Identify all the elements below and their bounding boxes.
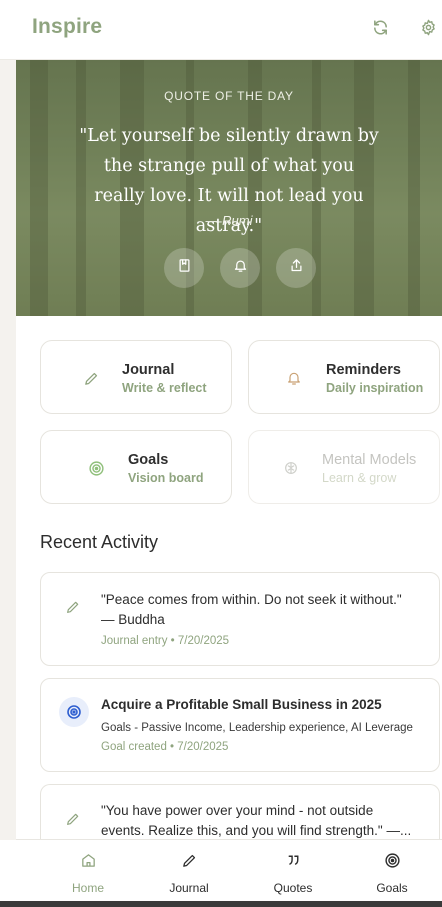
bell-icon xyxy=(284,368,304,388)
card-subtitle: Learn & grow xyxy=(322,471,397,485)
mental-models-card[interactable]: Mental Models Learn & grow xyxy=(248,430,440,504)
card-subtitle: Vision board xyxy=(128,471,204,485)
card-subtitle: Write & reflect xyxy=(122,381,207,395)
target-icon xyxy=(86,458,106,478)
card-title: Mental Models xyxy=(322,452,417,468)
recent-activity-title: Recent Activity xyxy=(40,532,159,552)
activity-description: Goals - Passive Income, Leadership exper… xyxy=(101,722,413,734)
reminders-card[interactable]: Reminders Daily inspiration xyxy=(248,340,440,414)
card-title: Goals xyxy=(128,452,169,468)
quote-of-the-day-hero: QUOTE OF THE DAY "Let yourself be silent… xyxy=(16,60,442,316)
card-title: Reminders xyxy=(326,362,401,378)
nav-label: Home xyxy=(71,881,104,895)
quote-icon xyxy=(283,850,303,870)
share-icon xyxy=(289,258,304,278)
activity-meta: Goal created • 7/20/2025 xyxy=(101,741,229,753)
home-icon xyxy=(78,850,98,870)
target-icon xyxy=(59,697,89,727)
share-button[interactable] xyxy=(276,248,316,288)
pencil-icon xyxy=(81,368,101,388)
bell-icon xyxy=(233,258,248,278)
gear-icon[interactable] xyxy=(418,17,438,37)
pencil-icon xyxy=(61,595,85,619)
nav-home[interactable]: Home xyxy=(35,840,141,902)
card-title: Journal xyxy=(122,362,175,378)
left-edge-strip xyxy=(0,60,16,840)
refresh-icon[interactable] xyxy=(370,17,390,37)
nav-label: Quotes xyxy=(273,881,313,895)
quote-author: — Rumi xyxy=(205,213,253,228)
goals-card[interactable]: Goals Vision board xyxy=(40,430,232,504)
pencil-icon xyxy=(61,807,85,831)
pencil-icon xyxy=(179,850,199,870)
nav-label: Journal xyxy=(169,881,209,895)
nav-quotes[interactable]: Quotes xyxy=(240,840,346,902)
journal-card[interactable]: Journal Write & reflect xyxy=(40,340,232,414)
window-bottom-bar xyxy=(0,901,442,907)
remind-button[interactable] xyxy=(220,248,260,288)
activity-text: Acquire a Profitable Small Business in 2… xyxy=(101,697,382,712)
card-subtitle: Daily inspiration xyxy=(326,381,424,395)
activity-text: "You have power over your mind - not out… xyxy=(101,803,412,838)
bottom-nav: Home Journal Quotes Goals xyxy=(16,839,442,901)
bookmark-button[interactable] xyxy=(164,248,204,288)
app-header: Inspire xyxy=(0,0,442,60)
activity-item[interactable]: "Peace comes from within. Do not seek it… xyxy=(40,572,440,666)
nav-label: Goals xyxy=(376,881,408,895)
nav-journal[interactable]: Journal xyxy=(136,840,242,902)
activity-meta: Journal entry • 7/20/2025 xyxy=(101,635,230,647)
nav-goals[interactable]: Goals xyxy=(339,840,442,902)
app-title: Inspire xyxy=(32,15,103,38)
activity-text: "Peace comes from within. Do not seek it… xyxy=(101,592,402,627)
activity-item[interactable]: Acquire a Profitable Small Business in 2… xyxy=(40,678,440,772)
hero-kicker: QUOTE OF THE DAY xyxy=(164,89,294,103)
target-icon xyxy=(382,850,402,870)
brain-icon xyxy=(281,458,301,478)
bookmark-icon xyxy=(177,258,192,278)
